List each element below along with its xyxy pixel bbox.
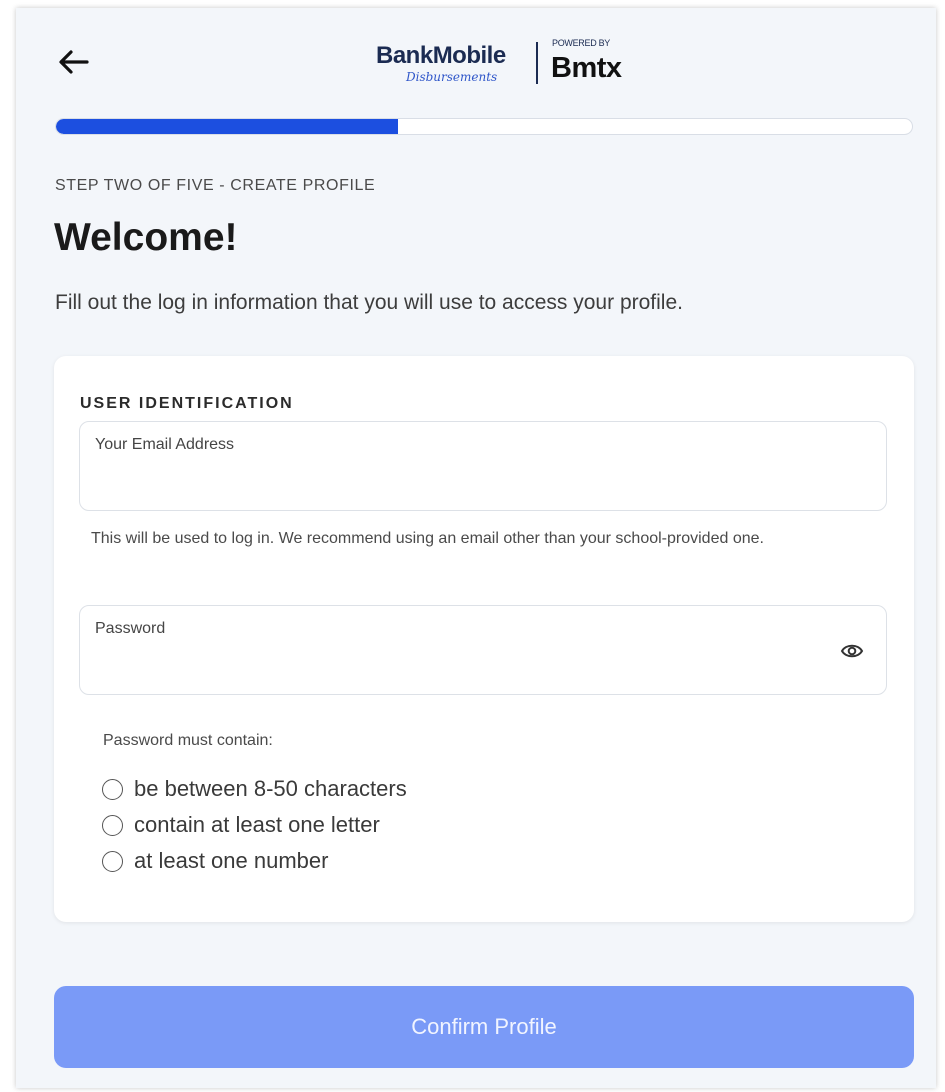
- progress-bar: [55, 118, 913, 135]
- rule-status-circle-icon: [102, 814, 123, 836]
- rule-label: be between 8-50 characters: [134, 776, 407, 801]
- progress-fill: [56, 119, 399, 134]
- intro-text: Fill out the log in information that you…: [55, 291, 683, 314]
- email-helper-text: This will be used to log in. We recommen…: [91, 530, 764, 547]
- eye-icon: [840, 644, 864, 658]
- password-rule-number: at least one number: [102, 848, 328, 874]
- email-label: Your Email Address: [95, 436, 235, 453]
- email-field[interactable]: Your Email Address: [79, 421, 887, 511]
- rule-label: at least one number: [134, 848, 329, 873]
- confirm-profile-button[interactable]: Confirm Profile: [54, 986, 914, 1068]
- rule-label: contain at least one letter: [134, 812, 380, 837]
- arrow-left-icon: [59, 50, 89, 74]
- password-label: Password: [95, 620, 166, 637]
- logo-sub: Disbursements: [406, 70, 498, 84]
- password-field[interactable]: Password: [79, 605, 887, 695]
- step-label: STEP TWO OF FIVE - CREATE PROFILE: [55, 177, 376, 194]
- password-rule-length: be between 8-50 characters: [102, 776, 407, 802]
- logo-powered-by: POWERED BY: [552, 38, 611, 48]
- user-identification-card: USER IDENTIFICATION Your Email Address T…: [54, 356, 914, 922]
- section-title: USER IDENTIFICATION: [80, 395, 294, 412]
- password-rules-title: Password must contain:: [103, 732, 273, 749]
- rule-status-circle-icon: [102, 778, 123, 800]
- password-input[interactable]: [95, 648, 815, 678]
- email-input[interactable]: [95, 464, 815, 494]
- logo-brand: BankMobile: [376, 42, 506, 69]
- show-password-button[interactable]: [840, 640, 864, 662]
- app-frame: BankMobile Disbursements POWERED BY Bmtx…: [16, 8, 936, 1088]
- logo-divider: [536, 42, 538, 84]
- page-title: Welcome!: [54, 216, 238, 259]
- back-button[interactable]: [54, 42, 94, 82]
- password-rule-letter: contain at least one letter: [102, 812, 380, 838]
- brand-logo: BankMobile Disbursements POWERED BY Bmtx: [376, 30, 646, 90]
- rule-status-circle-icon: [102, 850, 123, 872]
- logo-partner: Bmtx: [551, 52, 622, 84]
